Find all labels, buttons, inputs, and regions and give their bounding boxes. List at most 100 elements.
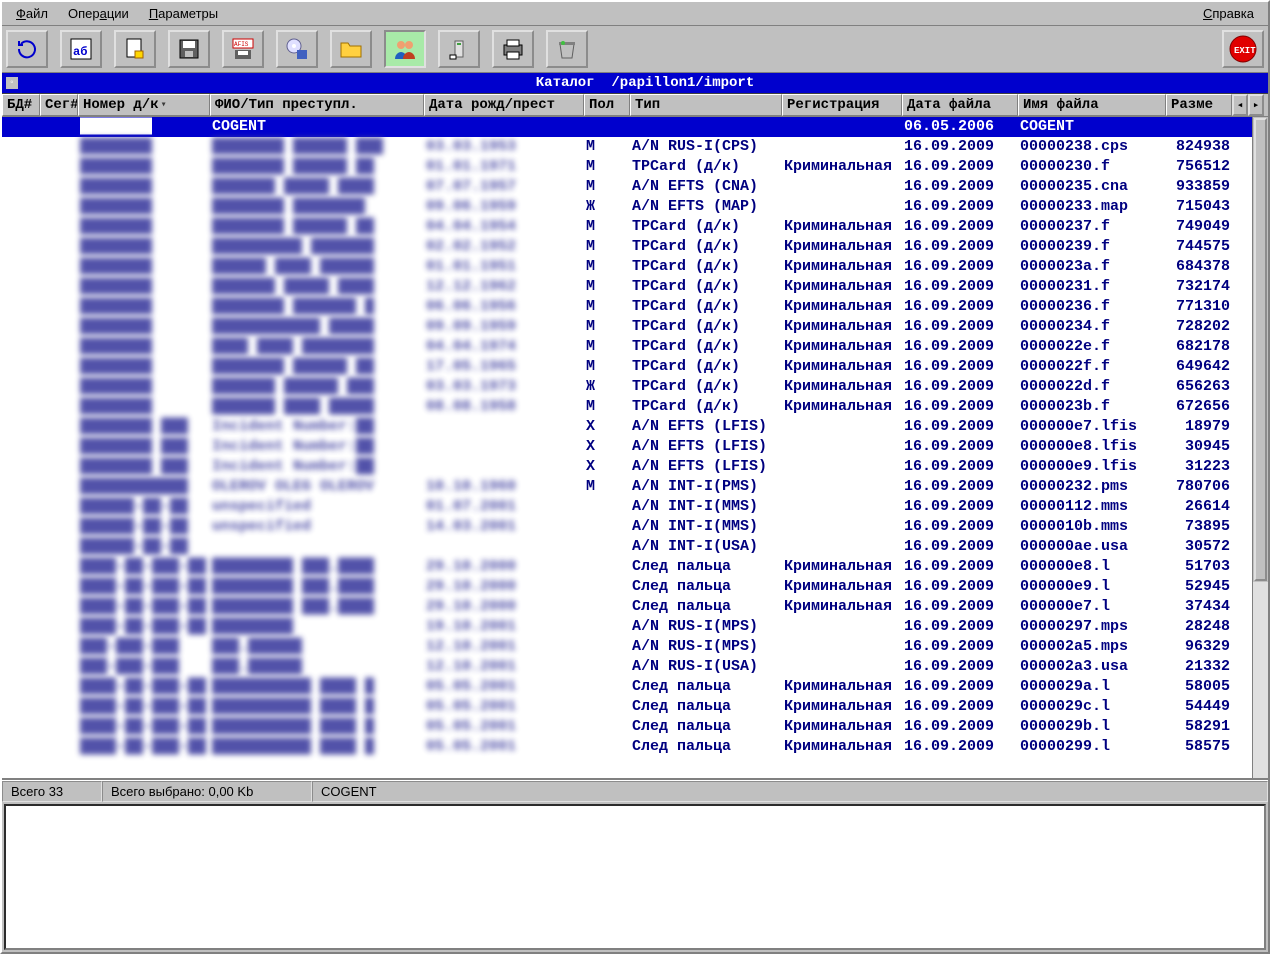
cell: A/N RUS-I(USA) — [630, 657, 782, 677]
cell: 933859 — [1166, 177, 1232, 197]
cell — [2, 277, 40, 297]
table-row[interactable]: ████████COGENT06.05.2006COGENT — [2, 117, 1252, 137]
scrollbar-thumb[interactable] — [1254, 118, 1267, 581]
col-type[interactable]: Тип — [630, 94, 782, 116]
table-row[interactable]: ███████████████ ██████ ███03.03.1973ЖTPC… — [2, 377, 1252, 397]
cell: Криминальная — [782, 677, 902, 697]
table-row[interactable]: ████-██-███-███████████ ███.████29.10.20… — [2, 597, 1252, 617]
col-date[interactable]: Дата рожд/прест — [424, 94, 584, 116]
table-row[interactable]: ████████████ ████ ████████04.04.1974МTPC… — [2, 337, 1252, 357]
table-row[interactable]: ████████████████ ██████ ██01.01.1971МTPC… — [2, 157, 1252, 177]
scrollbar-track[interactable] — [1253, 582, 1268, 778]
col-fname[interactable]: Имя файла — [1018, 94, 1166, 116]
cell — [424, 117, 584, 137]
table-row[interactable]: ██████-██-██unspecified14.03.2001A/N INT… — [2, 517, 1252, 537]
table-row[interactable]: ████-██-███-█████████████ ████ █05.05.20… — [2, 737, 1252, 757]
doc-lock-button[interactable] — [114, 30, 156, 68]
table-row[interactable]: ████████████████████ █████09.09.1959МTPC… — [2, 317, 1252, 337]
col-num[interactable]: Номер д/к▾ — [78, 94, 210, 116]
cell: ████████ — [78, 157, 210, 177]
cell: ███████████ ████ █ — [210, 677, 424, 697]
cell — [40, 417, 78, 437]
folder-button[interactable] — [330, 30, 372, 68]
table-row[interactable]: ████████████████ ██████ ██17.05.1965МTPC… — [2, 357, 1252, 377]
afis-disk-button[interactable]: AFIS — [222, 30, 264, 68]
table-row[interactable]: ████-██-███-███████████ ███.████29.10.20… — [2, 577, 1252, 597]
font-button[interactable]: аб — [60, 30, 102, 68]
menu-file[interactable]: Файл — [6, 4, 58, 23]
col-reg[interactable]: Регистрация — [782, 94, 902, 116]
table-row[interactable]: ███████████████ ████ █████08.08.1958МTPC… — [2, 397, 1252, 417]
table-row[interactable]: ████-██-███-█████████████ ████ █05.05.20… — [2, 717, 1252, 737]
cell — [782, 637, 902, 657]
cell: ████████ — [78, 257, 210, 277]
table-row[interactable]: ████████████████ ████████09.06.1959ЖA/N … — [2, 197, 1252, 217]
cd-export-button[interactable] — [276, 30, 318, 68]
printer-button[interactable] — [492, 30, 534, 68]
cell — [40, 557, 78, 577]
cell: 000000ae.usa — [1018, 537, 1166, 557]
cell: 16.09.2009 — [902, 317, 1018, 337]
table-row[interactable]: ██████-██-██A/N INT-I(USA)16.09.20090000… — [2, 537, 1252, 557]
table-row[interactable]: ████████ ███Incident Number:██XA/N EFTS … — [2, 437, 1252, 457]
menu-help[interactable]: Справка — [1193, 4, 1264, 23]
menu-params[interactable]: Параметры — [139, 4, 228, 23]
cell — [40, 157, 78, 177]
table-row[interactable]: ███-███-██████.██████12.10.2001A/N RUS-I… — [2, 657, 1252, 677]
cell: ████-██-███-██ — [78, 617, 210, 637]
cell — [2, 297, 40, 317]
cell: 16.09.2009 — [902, 137, 1018, 157]
table-row[interactable]: ████████ ███Incident Number:██XA/N EFTS … — [2, 417, 1252, 437]
table-row[interactable]: ███-███-██████.██████12.10.2001A/N RUS-I… — [2, 637, 1252, 657]
table-row[interactable]: ████-██-███-███████████19.10.2001A/N RUS… — [2, 617, 1252, 637]
col-bd[interactable]: БД# — [2, 94, 40, 116]
table-row[interactable]: ████-██-███-███████████ ███.████29.10.20… — [2, 557, 1252, 577]
cell: 26614 — [1166, 497, 1232, 517]
cell: TPCard (д/к) — [630, 217, 782, 237]
table-row[interactable]: ████████████████ ██████ ██04.04.1954МTPC… — [2, 217, 1252, 237]
table-row[interactable]: ██████-██-██unspecified01.07.2001A/N INT… — [2, 497, 1252, 517]
cell: 000000e7.lfis — [1018, 417, 1166, 437]
table-row[interactable]: ████████████OLEROV OLEG OLEROV10.10.1960… — [2, 477, 1252, 497]
cell — [782, 177, 902, 197]
col-seg[interactable]: Сег# — [40, 94, 78, 116]
cell — [782, 457, 902, 477]
cell: 728202 — [1166, 317, 1232, 337]
table-row[interactable]: ████████████████ ███████ █06.06.1956МTPC… — [2, 297, 1252, 317]
cell: TPCard (д/к) — [630, 157, 782, 177]
table-row[interactable]: ████-██-███-█████████████ ████ █05.05.20… — [2, 677, 1252, 697]
refresh-button[interactable] — [6, 30, 48, 68]
menu-operations[interactable]: Операции — [58, 4, 139, 23]
cell — [2, 157, 40, 177]
trash-button[interactable] — [546, 30, 588, 68]
cell: 14.03.2001 — [424, 517, 584, 537]
table-row[interactable]: ███████████████ █████ ████12.12.1962МTPC… — [2, 277, 1252, 297]
col-size[interactable]: Разме — [1166, 94, 1232, 116]
col-fdate[interactable]: Дата файла — [902, 94, 1018, 116]
vertical-scrollbar[interactable] — [1252, 117, 1268, 778]
cell: ████████ ███ — [78, 457, 210, 477]
table-row[interactable]: ██████████████ ████ ██████01.01.1951МTPC… — [2, 257, 1252, 277]
table-body[interactable]: ████████COGENT06.05.2006COGENT██████████… — [2, 117, 1252, 778]
scroll-right-button[interactable]: ▸ — [1248, 94, 1264, 116]
tower-button[interactable] — [438, 30, 480, 68]
col-sex[interactable]: Пол — [584, 94, 630, 116]
cell: 30572 — [1166, 537, 1232, 557]
table-row[interactable]: ████-██-███-█████████████ ████ █05.05.20… — [2, 697, 1252, 717]
people-button[interactable] — [384, 30, 426, 68]
scroll-left-button[interactable]: ◂ — [1232, 94, 1248, 116]
column-headers: БД# Сег# Номер д/к▾ ФИО/Тип преступл. Да… — [2, 94, 1268, 117]
save-button[interactable] — [168, 30, 210, 68]
cell: 16.09.2009 — [902, 437, 1018, 457]
catalog-bar: ◦ Каталог /papillon1/import — [2, 73, 1268, 94]
table-row[interactable]: ████████ ███Incident Number:██XA/N EFTS … — [2, 457, 1252, 477]
cell — [40, 617, 78, 637]
table-row[interactable]: ██████████████████ ███████02.02.1952МTPC… — [2, 237, 1252, 257]
cell: 01.01.1971 — [424, 157, 584, 177]
table-row[interactable]: ████████████████ ██████ ███03.03.1953МA/… — [2, 137, 1252, 157]
table-row[interactable]: ███████████████ █████ ████07.07.1957МA/N… — [2, 177, 1252, 197]
exit-button[interactable]: EXIT — [1222, 30, 1264, 68]
catalog-menu-icon[interactable]: ◦ — [6, 77, 18, 89]
cell — [40, 237, 78, 257]
col-fio[interactable]: ФИО/Тип преступл. — [210, 94, 424, 116]
